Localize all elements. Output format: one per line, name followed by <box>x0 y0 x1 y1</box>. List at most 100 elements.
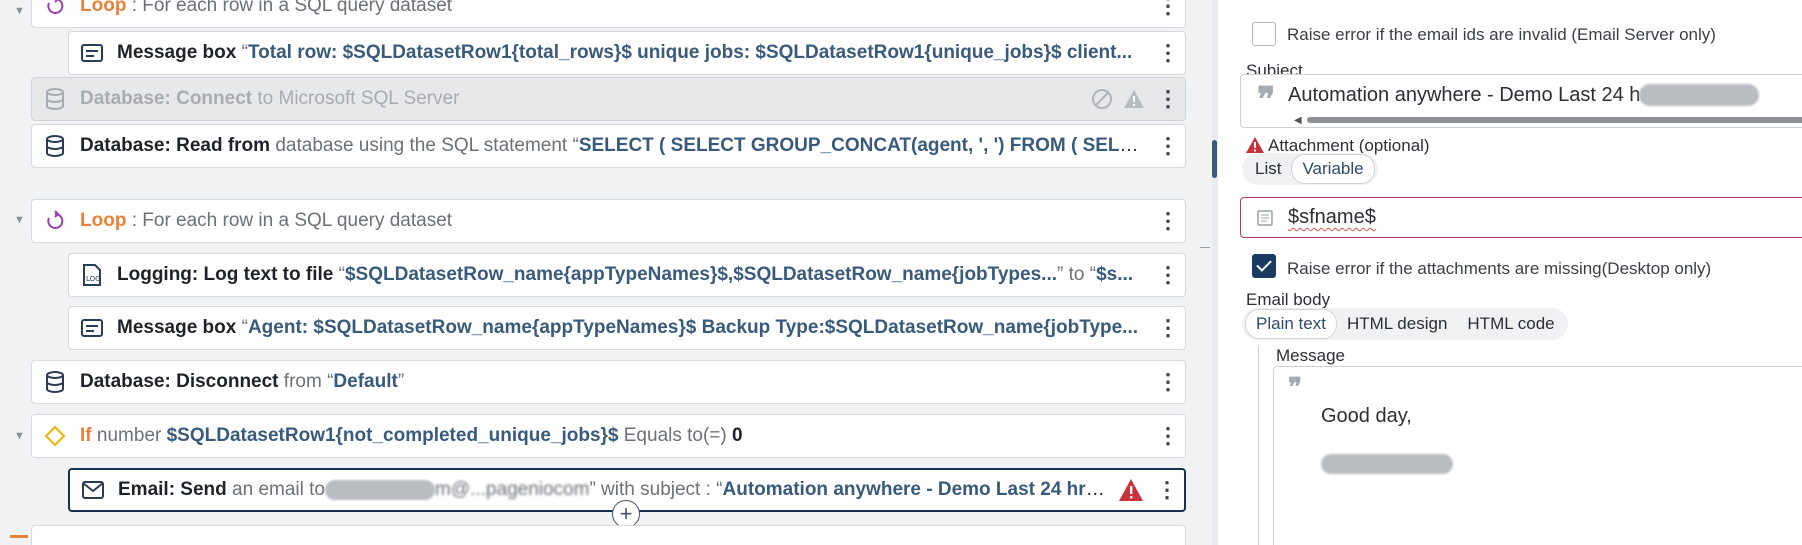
splitter-handle[interactable] <box>1212 140 1217 178</box>
row-text: Database: Read from database using the S… <box>80 135 1149 157</box>
row-text: Database: Connect to Microsoft SQL Serve… <box>80 88 1091 110</box>
database-icon <box>43 370 67 394</box>
row-text: If number $SQLDatasetRow1{not_completed_… <box>80 425 1149 447</box>
flow-row-message-box[interactable]: Message box “Agent: $SQLDatasetRow_name{… <box>68 306 1186 350</box>
kebab-icon[interactable]: ⋮ <box>1149 262 1185 288</box>
tab-plain-text[interactable]: Plain text <box>1245 309 1337 339</box>
quote-mark: “ <box>236 317 248 338</box>
flow-row-loop[interactable]: Loop : For each row in a SQL query datas… <box>31 0 1186 28</box>
attachment-mode-toggle: List Variable <box>1242 153 1378 185</box>
kebab-icon[interactable]: ⋮ <box>1148 477 1184 503</box>
flow-row-database-read[interactable]: Database: Read from database using the S… <box>31 124 1186 168</box>
attachment-variable-field[interactable]: $sfname$ <box>1240 197 1802 238</box>
subject-field[interactable]: ❞ Automation anywhere - Demo Last 24 hrs… <box>1240 74 1802 128</box>
action-value: SELECT ( SELECT GROUP_CONCAT(agent, ', '… <box>578 135 1149 156</box>
collapse-caret-icon[interactable]: ▼ <box>14 214 25 226</box>
flow-row-database-disconnect[interactable]: Database: Disconnect from “Default” ⋮ <box>31 360 1186 404</box>
action-label: Database: Disconnect <box>80 371 279 392</box>
flow-row-logging[interactable]: LOG Logging: Log text to file “$SQLDatas… <box>68 253 1186 297</box>
action-label: Logging: Log text to file <box>117 264 334 285</box>
raise-error-attachment-label: Raise error if the attachments are missi… <box>1287 259 1712 278</box>
action-detail: with subject : <box>595 479 717 500</box>
email-body-mode-toggle: Plain text HTML design HTML code <box>1242 308 1568 340</box>
action-value: Agent: $SQLDatasetRow_name{appTypeNames}… <box>247 317 1139 338</box>
database-icon <box>43 87 67 111</box>
action-detail: database using the SQL statement <box>270 135 573 156</box>
tab-html-code[interactable]: HTML code <box>1457 310 1564 338</box>
action-value: $SQLDatasetRow_name{appTypeNames}$,$SQLD… <box>344 264 1058 285</box>
warning-icon <box>1118 478 1144 502</box>
action-label: Message box <box>117 317 237 338</box>
quote-mark: ” <box>397 371 405 392</box>
action-detail: Equals to(=) <box>618 425 733 446</box>
action-detail: : For each row in a SQL query dataset <box>126 0 453 16</box>
action-detail: an email to <box>226 479 325 500</box>
message-box-icon <box>80 316 104 340</box>
add-step-button[interactable]: + <box>612 500 640 528</box>
if-diamond-icon <box>43 424 67 448</box>
action-detail: : For each row in a SQL query dataset <box>126 210 453 231</box>
flow-row-message-box[interactable]: Message box “Total row: $SQLDatasetRow1{… <box>68 31 1186 75</box>
action-detail: ” to “ <box>1057 264 1097 285</box>
action-value: 0 <box>732 425 743 446</box>
flow-canvas: ▼ Loop : For each row in a SQL query dat… <box>0 0 1212 545</box>
action-label: Email: Send <box>118 479 227 500</box>
flow-row-next[interactable] <box>31 525 1186 545</box>
action-label: Database: Connect <box>80 88 253 109</box>
redacted-blur <box>1639 84 1759 106</box>
action-value: Default <box>333 371 398 392</box>
database-icon <box>43 134 67 158</box>
loop-icon <box>43 0 67 18</box>
splitter-dash <box>1200 247 1210 248</box>
flow-row-if[interactable]: If number $SQLDatasetRow1{not_completed_… <box>31 414 1186 458</box>
svg-text:LOG: LOG <box>86 275 101 283</box>
attachment-variable-value: $sfname$ <box>1288 206 1376 228</box>
log-file-icon: LOG <box>80 263 104 287</box>
message-line-1: Good day, <box>1321 405 1412 427</box>
flow-row-loop[interactable]: Loop : For each row in a SQL query datas… <box>31 199 1186 243</box>
tab-html-design[interactable]: HTML design <box>1337 310 1457 338</box>
quote-mark: “ <box>236 42 248 63</box>
kebab-icon[interactable]: ⋮ <box>1149 208 1185 234</box>
action-value: Automation anywhere - Demo Last 24 hrs C… <box>722 479 1119 500</box>
row-text: Database: Disconnect from “Default” <box>80 371 1149 393</box>
action-label: Loop <box>80 210 127 231</box>
scroll-left-icon[interactable]: ◀ <box>1294 115 1302 126</box>
raise-error-attachment-checkbox[interactable] <box>1252 254 1276 278</box>
kebab-icon[interactable]: ⋮ <box>1149 86 1185 112</box>
collapse-caret-icon[interactable]: ▼ <box>14 5 25 17</box>
action-detail: to Microsoft SQL Server <box>252 88 460 109</box>
quote-mark: “ <box>333 264 345 285</box>
kebab-icon[interactable]: ⋮ <box>1149 133 1185 159</box>
app-window: ▼ Loop : For each row in a SQL query dat… <box>0 0 1802 545</box>
row-text: Message box “Total row: $SQLDatasetRow1{… <box>117 42 1149 64</box>
kebab-icon[interactable]: ⋮ <box>1149 315 1185 341</box>
email-icon <box>81 478 105 502</box>
message-field[interactable]: ❞ Good day, <box>1273 366 1802 545</box>
kebab-icon[interactable]: ⋮ <box>1149 40 1185 66</box>
kebab-icon[interactable]: ⋮ <box>1149 369 1185 395</box>
loop-icon <box>43 209 67 233</box>
properties-panel: Raise error if the email ids are invalid… <box>1218 0 1802 545</box>
tab-attachment-variable[interactable]: Variable <box>1291 154 1375 184</box>
warning-icon <box>1123 89 1145 109</box>
row-text: Email: Send an email to m@...pageniocom” … <box>118 479 1118 501</box>
kebab-icon[interactable]: ⋮ <box>1149 423 1185 449</box>
tab-attachment-list[interactable]: List <box>1245 155 1291 183</box>
action-label: If <box>80 425 92 446</box>
raise-error-email-checkbox[interactable] <box>1252 22 1276 46</box>
action-label: Loop <box>80 0 127 16</box>
collapse-caret-icon[interactable]: ▼ <box>14 430 25 442</box>
subject-value: Automation anywhere - Demo Last 24 hrs <box>1288 84 1658 106</box>
row-text: Message box “Agent: $SQLDatasetRow_name{… <box>117 317 1149 339</box>
body-indent-rule <box>1258 346 1259 545</box>
quote-icon: ❞ <box>1288 373 1302 403</box>
horizontal-scrollbar[interactable] <box>1307 117 1802 123</box>
action-value: $s... <box>1096 264 1134 285</box>
message-box-icon <box>80 41 104 65</box>
kebab-icon[interactable]: ⋮ <box>1149 0 1185 19</box>
flow-row-database-connect[interactable]: Database: Connect to Microsoft SQL Serve… <box>31 77 1186 121</box>
message-label: Message <box>1276 346 1345 365</box>
row-text: Loop : For each row in a SQL query datas… <box>80 0 1149 17</box>
redacted-blur <box>324 479 435 500</box>
